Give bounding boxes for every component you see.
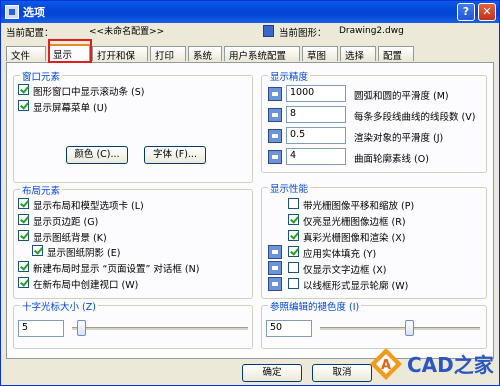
window-elements-title: 窗口元素: [20, 69, 63, 83]
polyline-segments-label: 每条多段线曲线的线段数 (V): [354, 112, 476, 123]
tab-plot[interactable]: 打印: [150, 46, 186, 62]
drawing-save-icon: [268, 150, 282, 164]
options-dialog: 选项 ? ✕ 当前配置： <<未命名配置>> 当前图形： Drawing2.dw…: [0, 0, 500, 386]
cancel-button[interactable]: 取消: [312, 364, 372, 382]
cad-home-logo-letter: A: [381, 358, 391, 373]
current-drawing-value: Drawing2.dwg: [339, 26, 404, 36]
drawing-save-icon: [268, 108, 282, 122]
tab-drafting[interactable]: 草图: [302, 46, 338, 62]
scrollbars-label: 图形窗口中显示滚动条 (S): [33, 87, 145, 98]
polyline-segments-input[interactable]: 8: [286, 106, 346, 123]
layout-elements-title: 布局元素: [20, 183, 63, 197]
xref-fade-slider[interactable]: [404, 320, 414, 336]
current-profile-value: <<未命名配置>>: [89, 27, 165, 37]
drawing-save-icon: [268, 261, 282, 275]
screen-menu-label: 显示屏幕菜单 (U): [33, 103, 108, 114]
render-smoothness-input[interactable]: 0.5: [286, 127, 346, 144]
arc-smoothness-label: 圆弧和圆的平滑度 (M): [354, 91, 449, 102]
display-resolution-title: 显示精度: [268, 69, 311, 83]
xref-fade-track: [320, 327, 480, 330]
raster-pan-zoom-checkbox[interactable]: [288, 198, 299, 209]
drawing-save-icon: [268, 245, 282, 259]
create-viewport-label: 在新布局中创建视口 (W): [33, 280, 139, 291]
layout-elements-group: 布局元素 显示布局和模型选项卡 (L) 显示页边距 (G) 显示图纸背景 (K)…: [13, 183, 253, 299]
text-frame-checkbox[interactable]: [288, 262, 299, 273]
margins-label: 显示页边距 (G): [33, 217, 99, 228]
cad-home-logo: A: [370, 348, 402, 380]
drawing-save-icon: [268, 87, 282, 101]
tab-profiles[interactable]: 配置: [378, 46, 414, 62]
xref-fade-input[interactable]: 50: [266, 320, 312, 337]
close-button[interactable]: ✕: [478, 3, 496, 21]
ok-button[interactable]: 确定: [242, 364, 302, 382]
dialog-title: 选项: [23, 6, 45, 19]
create-viewport-checkbox[interactable]: [18, 277, 29, 288]
layout-tabs-checkbox[interactable]: [18, 198, 29, 209]
xref-fade-title: 参照编辑的褪色度 (I): [268, 299, 362, 313]
fonts-button[interactable]: 字体 (F)...: [144, 146, 206, 164]
solid-fill-checkbox[interactable]: [288, 246, 299, 257]
current-profile-label: 当前配置：: [6, 28, 54, 39]
raster-frame-label: 仅亮显光栅图像边框 (R): [303, 217, 406, 228]
app-icon: [5, 5, 19, 19]
drawing-save-icon: [268, 277, 282, 291]
crosshair-size-title: 十字光标大小 (Z): [20, 299, 98, 313]
paper-shadow-checkbox[interactable]: [32, 245, 43, 256]
contour-lines-label: 曲面轮廓素线 (O): [354, 154, 429, 165]
render-smoothness-label: 渲染对象的平滑度 (J): [354, 133, 444, 144]
tab-selection[interactable]: 选择: [340, 46, 376, 62]
text-frame-label: 仅显示文字边框 (X): [303, 265, 387, 276]
display-tab-panel: 窗口元素 图形窗口中显示滚动条 (S) 显示屏幕菜单 (U) 颜色 (C)...…: [6, 62, 494, 359]
crosshair-size-group: 十字光标大小 (Z) 5: [13, 299, 253, 349]
current-drawing-label: 当前图形：: [279, 28, 327, 39]
solid-fill-label: 应用实体填充 (Y): [303, 249, 377, 260]
wireframe-silhouette-label: 以线框形式显示轮廓 (W): [303, 281, 409, 292]
contour-lines-input[interactable]: 4: [286, 148, 346, 165]
window-elements-group: 窗口元素 图形窗口中显示滚动条 (S) 显示屏幕菜单 (U) 颜色 (C)...…: [13, 69, 253, 183]
paper-background-checkbox[interactable]: [18, 230, 29, 241]
tab-files[interactable]: 文件: [6, 46, 46, 62]
display-resolution-group: 显示精度 1000 圆弧和圆的平滑度 (M) 8 每条多段线曲线的线段数 (V)…: [261, 69, 487, 173]
raster-frame-checkbox[interactable]: [288, 214, 299, 225]
tab-open-save[interactable]: 打开和保存: [92, 46, 148, 76]
page-setup-label: 新建布局时显示 “页面设置” 对话框 (N): [33, 264, 200, 275]
raster-pan-zoom-label: 带光栅图像平移和缩放 (P): [303, 201, 415, 212]
colors-button[interactable]: 颜色 (C)...: [66, 146, 128, 164]
layout-tabs-label: 显示布局和模型选项卡 (L): [33, 201, 144, 212]
page-setup-checkbox[interactable]: [18, 261, 29, 272]
drawing-icon: [263, 25, 274, 37]
true-color-label: 真彩光栅图像和渲染 (X): [303, 233, 406, 244]
drawing-save-icon: [268, 129, 282, 143]
help-button[interactable]: ?: [457, 3, 475, 21]
true-color-checkbox[interactable]: [288, 230, 299, 241]
cad-home-watermark: A CAD之家: [369, 341, 499, 385]
display-performance-group: 显示性能 带光栅图像平移和缩放 (P) 仅亮显光栅图像边框 (R) 真彩光栅图像…: [261, 181, 487, 299]
arc-smoothness-input[interactable]: 1000: [286, 85, 346, 102]
paper-background-label: 显示图纸背景 (K): [33, 233, 107, 244]
crosshair-size-slider[interactable]: [76, 320, 86, 336]
tab-system[interactable]: 系统: [188, 46, 222, 62]
margins-checkbox[interactable]: [18, 214, 29, 225]
crosshair-size-track: [72, 327, 248, 330]
title-bar: 选项 ? ✕: [1, 1, 499, 23]
tab-highlight-annotation: [48, 39, 92, 63]
screen-menu-checkbox[interactable]: [18, 100, 29, 111]
paper-shadow-label: 显示图纸阴影 (E): [47, 248, 121, 259]
tab-user-preferences[interactable]: 用户系统配置: [224, 46, 300, 62]
display-performance-title: 显示性能: [268, 181, 311, 195]
scrollbars-checkbox[interactable]: [18, 84, 29, 95]
cad-home-text: CAD之家: [407, 353, 494, 377]
crosshair-size-input[interactable]: 5: [18, 320, 64, 337]
wireframe-silhouette-checkbox[interactable]: [288, 278, 299, 289]
